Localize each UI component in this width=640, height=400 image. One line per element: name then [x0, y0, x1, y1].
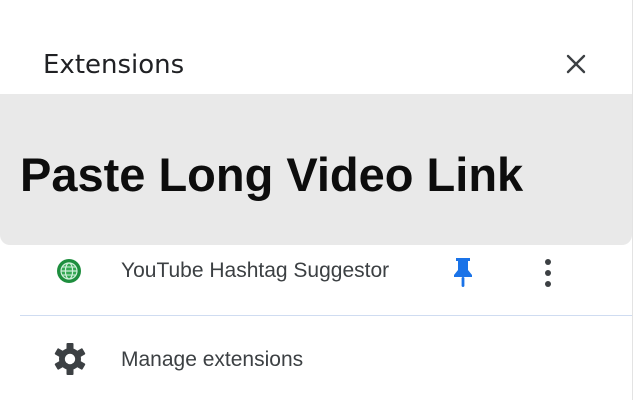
manage-extensions-label: Manage extensions	[121, 348, 304, 371]
divider	[20, 315, 632, 316]
pin-icon[interactable]	[449, 255, 477, 289]
close-button[interactable]	[556, 44, 596, 84]
overlay-caption: Paste Long Video Link	[20, 148, 524, 201]
gear-icon	[54, 343, 86, 375]
extension-green-globe-icon	[57, 259, 81, 283]
manage-extensions-button[interactable]: Manage extensions	[20, 326, 632, 392]
panel-title: Extensions	[43, 50, 185, 80]
more-vert-icon[interactable]	[536, 255, 560, 291]
extensions-panel: Extensions Paste Long Video Link YouTube…	[0, 0, 640, 400]
extension-name: YouTube Hashtag Suggestor	[121, 259, 390, 282]
extension-row[interactable]: YouTube Hashtag Suggestor	[20, 245, 632, 315]
panel-edge	[632, 0, 633, 400]
close-icon	[566, 54, 586, 74]
